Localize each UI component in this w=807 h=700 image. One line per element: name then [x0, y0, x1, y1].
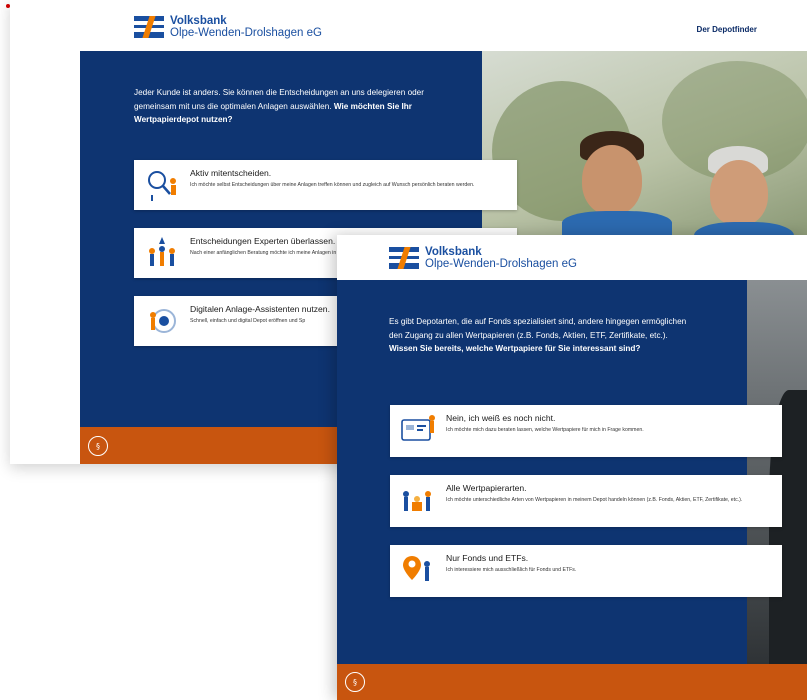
option-card-active[interactable]: Aktiv mitentscheiden. Ich möchte selbst … [134, 160, 517, 210]
option-description: Ich möchte selbst Entscheidungen über me… [190, 182, 475, 188]
paragraph-icon[interactable]: § [88, 436, 108, 456]
volksbank-logo-icon [389, 247, 419, 269]
option-title: Aktiv mitentscheiden. [190, 168, 272, 178]
option-card-not-sure[interactable]: Nein, ich weiß es noch nicht. Ich möchte… [390, 405, 782, 457]
volksbank-logo-icon [134, 16, 164, 38]
front-header: Volksbank Olpe-Wenden-Drolshagen eG [337, 235, 807, 280]
location-pin-people-icon [403, 556, 430, 581]
option-description: Ich interessiere mich ausschließlich für… [446, 567, 577, 573]
option-description: Ich möchte unterschiedliche Arten von We… [446, 497, 743, 503]
experts-team-icon [149, 237, 175, 266]
front-intro: Es gibt Depotarten, die auf Fonds spezia… [389, 315, 689, 356]
magnifier-person-icon [148, 171, 176, 201]
option-title: Alle Wertpapierarten. [446, 483, 527, 493]
paragraph-icon[interactable]: § [345, 672, 365, 692]
option-card-all-types[interactable]: Alle Wertpapierarten. Ich möchte untersc… [390, 475, 782, 527]
option-title: Entscheidungen Experten überlassen. [190, 236, 336, 246]
option-description: Ich möchte mich dazu beraten lassen, wel… [446, 427, 644, 433]
option-title: Digitalen Anlage-Assistenten nutzen. [190, 304, 330, 314]
back-header: Volksbank Olpe-Wenden-Drolshagen eG Der … [10, 0, 807, 51]
front-screen: Volksbank Olpe-Wenden-Drolshagen eG Es g… [337, 235, 807, 700]
back-intro: Jeder Kunde ist anders. Sie können die E… [134, 86, 434, 127]
stage: Volksbank Olpe-Wenden-Drolshagen eG Der … [0, 0, 807, 700]
digital-assistant-icon [150, 309, 176, 333]
back-logo-line1: Volksbank [170, 15, 227, 27]
back-logo[interactable]: Volksbank Olpe-Wenden-Drolshagen eG [134, 15, 322, 39]
front-logo-line2: Olpe-Wenden-Drolshagen eG [425, 258, 577, 270]
dashboard-screen-icon [401, 415, 435, 441]
option-title: Nein, ich weiß es noch nicht. [446, 413, 556, 423]
front-intro-question: Wissen Sie bereits, welche Wertpapiere f… [389, 344, 641, 353]
front-intro-text: Es gibt Depotarten, die auf Fonds spezia… [389, 317, 687, 340]
front-logo-line1: Volksbank [425, 246, 482, 258]
depotfinder-link[interactable]: Der Depotfinder [697, 25, 757, 34]
front-footer: § [337, 664, 807, 700]
option-title: Nur Fonds und ETFs. [446, 553, 529, 563]
option-card-funds-etfs[interactable]: Nur Fonds und ETFs. Ich interessiere mic… [390, 545, 782, 597]
front-hero-photo [747, 280, 807, 670]
people-coins-icon [403, 491, 431, 511]
back-logo-text: Volksbank Olpe-Wenden-Drolshagen eG [170, 15, 322, 39]
front-logo-text: Volksbank Olpe-Wenden-Drolshagen eG [425, 246, 577, 270]
back-logo-line2: Olpe-Wenden-Drolshagen eG [170, 27, 322, 39]
front-logo[interactable]: Volksbank Olpe-Wenden-Drolshagen eG [389, 246, 577, 270]
